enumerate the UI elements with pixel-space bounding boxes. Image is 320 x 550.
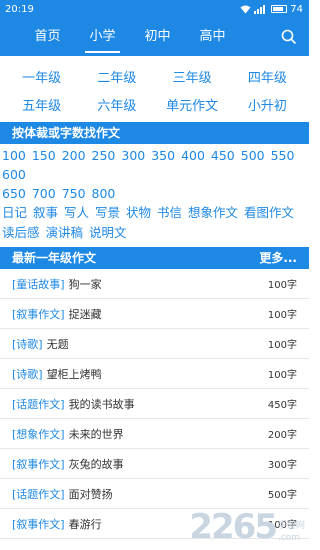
- list-item[interactable]: [叙事作文] 捉迷藏 100字: [0, 299, 309, 329]
- article-word-count: 100字: [267, 280, 297, 291]
- genre-link[interactable]: 演讲稿: [46, 225, 84, 240]
- signal-icon: [254, 4, 266, 14]
- article-tag: [诗歌]: [12, 367, 43, 381]
- grade-link-grade4[interactable]: 四年级: [230, 67, 305, 86]
- word-count-link[interactable]: 600: [2, 167, 26, 182]
- list-item[interactable]: [想象作文] 未来的世界 200字: [0, 419, 309, 449]
- list-item[interactable]: [童话故事] 狗一家 100字: [0, 269, 309, 299]
- article-word-count: 200字: [267, 430, 297, 441]
- word-count-link[interactable]: 300: [121, 148, 145, 163]
- word-count-link[interactable]: 450: [211, 148, 235, 163]
- article-title: 无题: [46, 337, 69, 351]
- article-word-count: 500字: [267, 490, 297, 501]
- status-icons: 74: [240, 4, 303, 15]
- word-count-link[interactable]: 250: [92, 148, 116, 163]
- article-tag: [叙事作文]: [12, 457, 65, 471]
- word-count-link[interactable]: 100: [2, 148, 26, 163]
- article-tag: [叙事作文]: [12, 307, 65, 321]
- word-count-link[interactable]: 400: [181, 148, 205, 163]
- list-item[interactable]: [话题作文] 面对赞扬 500字: [0, 479, 309, 509]
- site-watermark: 2265 手游网 .com: [189, 510, 305, 544]
- article-title: 狗一家: [68, 277, 102, 291]
- grade-link-grade3[interactable]: 三年级: [155, 67, 230, 86]
- article-tag: [话题作文]: [12, 487, 65, 501]
- grade-row: 一年级 二年级 三年级 四年级: [4, 62, 305, 90]
- article-tag: [话题作文]: [12, 397, 65, 411]
- word-count-link[interactable]: 200: [62, 148, 86, 163]
- article-word-count: 300字: [267, 460, 297, 471]
- search-button[interactable]: [275, 18, 303, 56]
- word-count-links: 100 150 200 250 300 350 400 450 500 550 …: [0, 144, 309, 203]
- word-count-link[interactable]: 150: [32, 148, 56, 163]
- grade-link-grade6[interactable]: 六年级: [79, 95, 154, 114]
- grade-link-grade1[interactable]: 一年级: [4, 67, 79, 86]
- article-word-count: 100字: [267, 370, 297, 381]
- battery-icon: [271, 5, 288, 13]
- tab-home[interactable]: 首页: [20, 18, 75, 56]
- list-item[interactable]: [诗歌] 无题 100字: [0, 329, 309, 359]
- word-count-link[interactable]: 550: [271, 148, 295, 163]
- grade-grid: 一年级 二年级 三年级 四年级 五年级 六年级 单元作文 小升初: [0, 56, 309, 118]
- battery-level: 74: [290, 3, 303, 15]
- grade-row: 五年级 六年级 单元作文 小升初: [4, 90, 305, 118]
- word-count-link[interactable]: 750: [62, 186, 86, 201]
- tab-junior[interactable]: 初中: [130, 18, 185, 56]
- genre-link[interactable]: 说明文: [89, 225, 127, 240]
- latest-section-header: 最新一年级作文 更多...: [0, 247, 309, 269]
- wifi-icon: [240, 5, 251, 13]
- article-tag: [叙事作文]: [12, 517, 65, 531]
- genre-link[interactable]: 看图作文: [244, 205, 294, 220]
- article-word-count: 450字: [267, 400, 297, 411]
- article-list: [童话故事] 狗一家 100字 [叙事作文] 捉迷藏 100字 [诗歌] 无题 100字 […: [0, 269, 309, 539]
- genre-link[interactable]: 状物: [126, 205, 151, 220]
- grade-link-grade5[interactable]: 五年级: [4, 95, 79, 114]
- article-word-count: 100字: [267, 310, 297, 321]
- grade-link-entrance[interactable]: 小升初: [230, 95, 305, 114]
- more-link[interactable]: 更多...: [259, 247, 297, 269]
- genre-links: 日记 叙事 写人 写景 状物 书信 想象作文 看图作文 读后感 演讲稿 说明文: [0, 203, 309, 243]
- article-word-count: 100字: [267, 340, 297, 351]
- genre-link[interactable]: 写景: [95, 205, 120, 220]
- watermark-site: 手游网: [277, 521, 305, 531]
- genre-link[interactable]: 日记: [2, 205, 27, 220]
- status-bar: 20:19 74: [0, 0, 309, 18]
- watermark-domain: .com: [277, 533, 301, 543]
- status-time: 20:19: [5, 3, 34, 15]
- watermark-number: 2265: [189, 507, 278, 547]
- grade-link-grade2[interactable]: 二年级: [79, 67, 154, 86]
- list-item[interactable]: [诗歌] 望柜上烤鸭 100字: [0, 359, 309, 389]
- word-count-link[interactable]: 500: [241, 148, 265, 163]
- tab-primary[interactable]: 小学: [75, 18, 130, 56]
- genre-link[interactable]: 书信: [157, 205, 182, 220]
- genre-link[interactable]: 写人: [64, 205, 89, 220]
- word-count-link[interactable]: 650: [2, 186, 26, 201]
- grade-link-unit-essay[interactable]: 单元作文: [155, 95, 230, 114]
- search-icon: [281, 29, 297, 45]
- genre-link[interactable]: 想象作文: [188, 205, 238, 220]
- word-count-link[interactable]: 800: [92, 186, 116, 201]
- filter-section-title: 按体裁或字数找作文: [12, 126, 121, 140]
- tab-senior[interactable]: 高中: [185, 18, 240, 56]
- filter-section-header: 按体裁或字数找作文: [0, 122, 309, 144]
- list-item[interactable]: [叙事作文] 灰兔的故事 300字: [0, 449, 309, 479]
- article-tag: [诗歌]: [12, 337, 43, 351]
- top-nav: 首页 小学 初中 高中: [0, 18, 309, 56]
- genre-link[interactable]: 读后感: [2, 225, 40, 240]
- article-title: 面对赞扬: [68, 487, 113, 501]
- word-count-link[interactable]: 700: [32, 186, 56, 201]
- watermark-text: 手游网 .com: [278, 520, 305, 544]
- article-title: 未来的世界: [68, 427, 124, 441]
- article-tag: [想象作文]: [12, 427, 65, 441]
- genre-link[interactable]: 叙事: [33, 205, 58, 220]
- article-title: 捉迷藏: [68, 307, 102, 321]
- latest-section-title: 最新一年级作文: [12, 251, 97, 265]
- article-title: 我的读书故事: [68, 397, 135, 411]
- article-tag: [童话故事]: [12, 277, 65, 291]
- word-count-link[interactable]: 350: [151, 148, 175, 163]
- article-title: 望柜上烤鸭: [46, 367, 102, 381]
- list-item[interactable]: [话题作文] 我的读书故事 450字: [0, 389, 309, 419]
- article-title: 灰兔的故事: [68, 457, 124, 471]
